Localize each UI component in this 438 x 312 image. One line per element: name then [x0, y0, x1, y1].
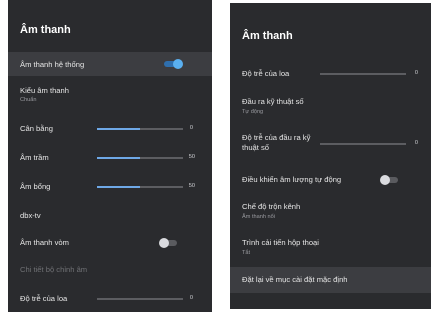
system-sound-label: Âm thanh hệ thống: [20, 60, 85, 69]
sound-style-row[interactable]: Kiểu âm thanh Chuẩn: [8, 84, 212, 110]
digital-delay-row[interactable]: Độ trễ của đầu ra kỹ thuật số 0: [230, 131, 431, 159]
balance-value: 0: [189, 125, 193, 131]
reset-defaults-label: Đặt lại về mục cài đặt mặc định: [242, 275, 348, 284]
bass-value: 50: [188, 154, 195, 160]
left-panel-title: Âm thanh: [20, 24, 71, 36]
surround-toggle[interactable]: [159, 238, 177, 248]
dialog-enhancer-value: Tắt: [242, 250, 251, 256]
downmix-label: Chế độ trộn kênh: [242, 202, 301, 211]
digital-delay-slider[interactable]: [320, 143, 406, 145]
auto-volume-row[interactable]: Điều khiển âm lượng tự động: [230, 168, 431, 192]
left-speaker-delay-row[interactable]: Độ trễ của loa 0: [8, 287, 212, 311]
reset-defaults-row[interactable]: Đặt lại về mục cài đặt mặc định: [230, 267, 431, 293]
left-speaker-delay-slider[interactable]: [97, 298, 183, 300]
system-sound-row[interactable]: Âm thanh hệ thống: [8, 52, 212, 76]
surround-row[interactable]: Âm thanh vòm: [8, 231, 212, 255]
right-sound-settings-panel: Âm thanh Độ trễ của loa 0 Đầu ra kỹ thuậ…: [230, 3, 431, 309]
left-speaker-delay-label: Độ trễ của loa: [20, 294, 68, 303]
balance-label: Cân bằng: [20, 124, 53, 133]
digital-delay-label-line2: thuật số: [242, 143, 270, 152]
downmix-row[interactable]: Chế độ trộn kênh Âm thanh nổi: [230, 199, 431, 225]
dialog-enhancer-label: Trình cải tiến hộp thoại: [242, 238, 319, 247]
left-sound-settings-panel: Âm thanh Âm thanh hệ thống Kiểu âm thanh…: [8, 0, 212, 312]
balance-row[interactable]: Cân bằng 0: [8, 117, 212, 141]
bass-row[interactable]: Âm trầm 50: [8, 146, 212, 170]
auto-volume-toggle[interactable]: [380, 175, 398, 185]
digital-output-row[interactable]: Đầu ra kỹ thuật số Tự động: [230, 94, 431, 120]
auto-volume-label: Điều khiển âm lượng tự động: [242, 175, 342, 184]
treble-slider[interactable]: [97, 186, 183, 188]
digital-delay-value: 0: [414, 140, 418, 146]
dbx-tv-row[interactable]: dbx-tv: [8, 204, 212, 228]
sound-style-label: Kiểu âm thanh: [20, 86, 69, 95]
right-speaker-delay-slider[interactable]: [320, 73, 406, 75]
right-speaker-delay-row[interactable]: Độ trễ của loa 0: [230, 63, 431, 87]
treble-label: Âm bổng: [20, 182, 51, 191]
digital-delay-label-line1: Độ trễ của đầu ra kỹ: [242, 133, 311, 142]
right-speaker-delay-label: Độ trễ của loa: [242, 69, 290, 78]
right-panel-title: Âm thanh: [242, 30, 293, 42]
bass-slider[interactable]: [97, 157, 183, 159]
downmix-value: Âm thanh nổi: [242, 214, 275, 220]
left-speaker-delay-value: 0: [189, 295, 193, 301]
surround-label: Âm thanh vòm: [20, 238, 69, 247]
treble-slider-fill: [97, 186, 140, 188]
treble-row[interactable]: Âm bổng 50: [8, 175, 212, 199]
treble-value: 50: [188, 183, 195, 189]
digital-output-label: Đầu ra kỹ thuật số: [242, 97, 304, 106]
equalizer-label: Chi tiết bộ chỉnh âm: [20, 265, 88, 274]
right-speaker-delay-value: 0: [414, 70, 418, 76]
sound-style-value: Chuẩn: [20, 97, 37, 103]
system-sound-toggle[interactable]: [164, 59, 183, 69]
balance-slider-fill: [97, 128, 140, 130]
dialog-enhancer-row[interactable]: Trình cải tiến hộp thoại Tắt: [230, 235, 431, 261]
dbx-tv-label: dbx-tv: [20, 211, 41, 220]
bass-slider-fill: [97, 157, 140, 159]
bass-label: Âm trầm: [20, 153, 49, 162]
digital-output-value: Tự động: [242, 109, 264, 115]
balance-slider[interactable]: [97, 128, 183, 130]
equalizer-row: Chi tiết bộ chỉnh âm: [8, 259, 212, 283]
